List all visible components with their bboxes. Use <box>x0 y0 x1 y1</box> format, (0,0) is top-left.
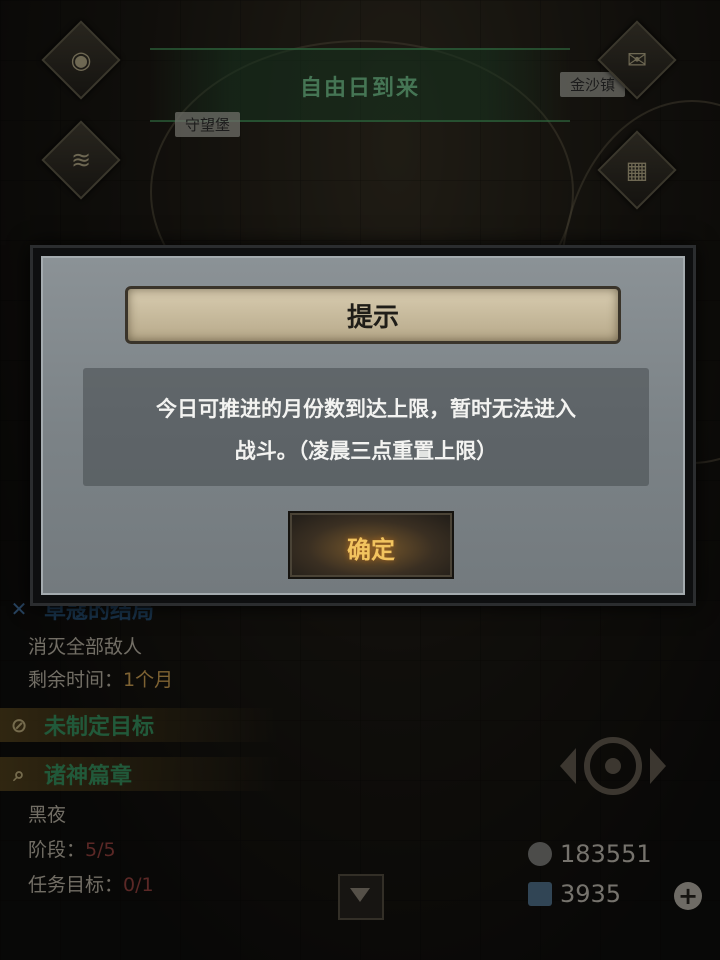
dialog-message: 今日可推进的月份数到达上限，暂时无法进入 战斗。（凌晨三点重置上限） <box>113 388 619 472</box>
confirm-button-label: 确定 <box>347 536 395 564</box>
notice-dialog: 提示 今日可推进的月份数到达上限，暂时无法进入 战斗。（凌晨三点重置上限） 确定 <box>30 245 696 606</box>
dialog-title-plate: 提示 <box>125 286 621 344</box>
dialog-message-line2: 战斗。（凌晨三点重置上限） <box>234 439 498 463</box>
dialog-message-box: 今日可推进的月份数到达上限，暂时无法进入 战斗。（凌晨三点重置上限） <box>83 368 649 486</box>
dialog-title: 提示 <box>346 303 399 333</box>
dialog-body: 提示 今日可推进的月份数到达上限，暂时无法进入 战斗。（凌晨三点重置上限） 确定 <box>41 256 685 595</box>
confirm-button[interactable]: 确定 <box>288 511 454 579</box>
dialog-message-line1: 今日可推进的月份数到达上限，暂时无法进入 <box>156 397 576 421</box>
